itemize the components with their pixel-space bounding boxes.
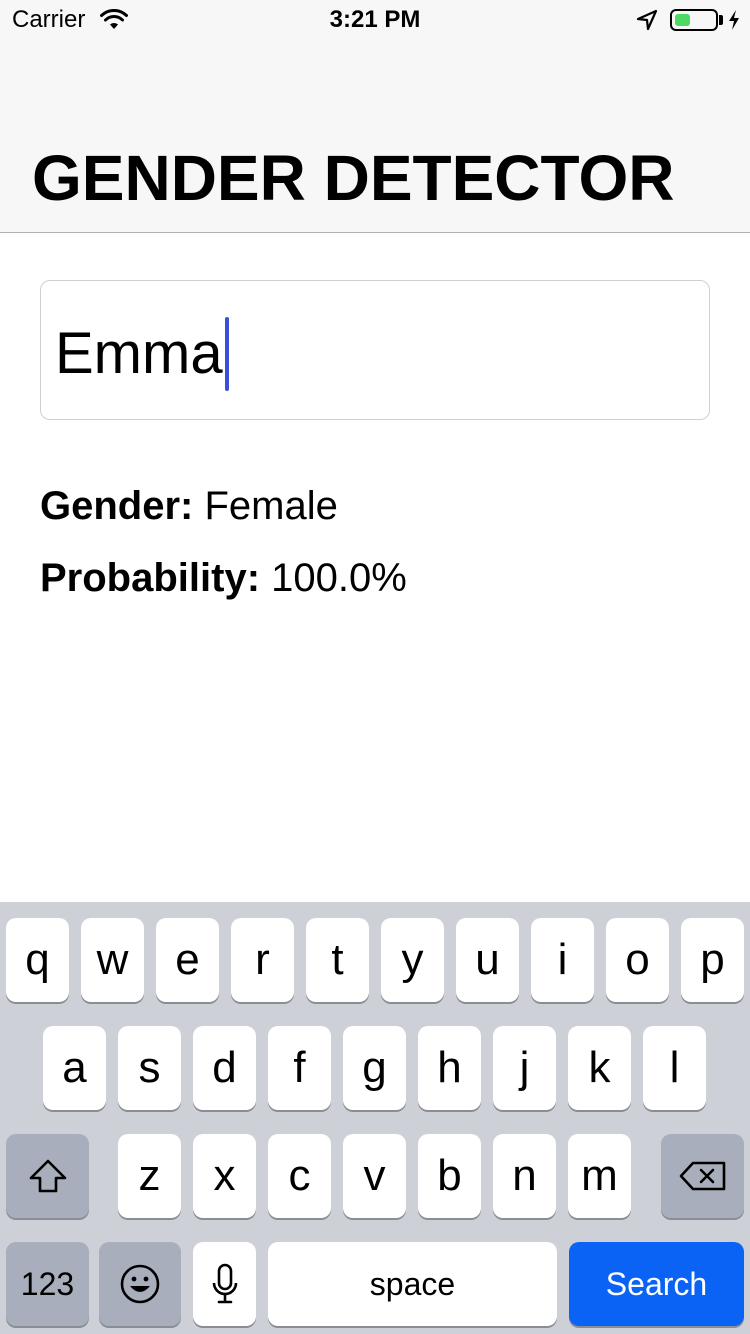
key-r[interactable]: r xyxy=(231,918,294,1002)
backspace-key[interactable] xyxy=(661,1134,744,1218)
text-caret xyxy=(224,317,229,391)
key-n[interactable]: n xyxy=(493,1134,556,1218)
emoji-key[interactable] xyxy=(99,1242,181,1326)
numbers-key[interactable]: 123 xyxy=(6,1242,89,1326)
key-l[interactable]: l xyxy=(643,1026,706,1110)
keyboard: q w e r t y u i o p a s d f g h j k l z … xyxy=(0,902,750,1334)
key-v[interactable]: v xyxy=(343,1134,406,1218)
key-h[interactable]: h xyxy=(418,1026,481,1110)
navigation-bar: GENDER DETECTOR xyxy=(0,40,750,233)
probability-value: 100.0% xyxy=(260,556,407,600)
key-c[interactable]: c xyxy=(268,1134,331,1218)
key-y[interactable]: y xyxy=(381,918,444,1002)
backspace-icon xyxy=(679,1161,725,1191)
screen: Carrier 3:21 PM GENDER DETECTOR Emma Gen… xyxy=(0,0,750,1334)
shift-icon xyxy=(29,1159,66,1193)
shift-key[interactable] xyxy=(6,1134,89,1218)
key-x[interactable]: x xyxy=(193,1134,256,1218)
key-k[interactable]: k xyxy=(568,1026,631,1110)
key-g[interactable]: g xyxy=(343,1026,406,1110)
microphone-icon xyxy=(212,1263,237,1304)
key-b[interactable]: b xyxy=(418,1134,481,1218)
key-w[interactable]: w xyxy=(81,918,144,1002)
probability-result: Probability: 100.0% xyxy=(40,554,407,602)
battery-level xyxy=(675,14,690,26)
emoji-icon xyxy=(120,1264,160,1304)
key-f[interactable]: f xyxy=(268,1026,331,1110)
name-input[interactable]: Emma xyxy=(40,280,710,420)
gender-result: Gender: Female xyxy=(40,482,338,530)
key-p[interactable]: p xyxy=(681,918,744,1002)
dictation-key[interactable] xyxy=(193,1242,256,1326)
name-input-value: Emma xyxy=(55,317,229,391)
key-t[interactable]: t xyxy=(306,918,369,1002)
key-e[interactable]: e xyxy=(156,918,219,1002)
space-key[interactable]: space xyxy=(268,1242,557,1326)
key-z[interactable]: z xyxy=(118,1134,181,1218)
search-key[interactable]: Search xyxy=(569,1242,744,1326)
key-o[interactable]: o xyxy=(606,918,669,1002)
key-i[interactable]: i xyxy=(531,918,594,1002)
key-q[interactable]: q xyxy=(6,918,69,1002)
gender-label: Gender: xyxy=(40,484,194,528)
battery-icon xyxy=(670,9,718,31)
key-u[interactable]: u xyxy=(456,918,519,1002)
key-d[interactable]: d xyxy=(193,1026,256,1110)
key-a[interactable]: a xyxy=(43,1026,106,1110)
key-m[interactable]: m xyxy=(568,1134,631,1218)
battery-tip xyxy=(719,15,723,25)
name-input-text: Emma xyxy=(55,321,223,386)
key-s[interactable]: s xyxy=(118,1026,181,1110)
charging-bolt-icon xyxy=(729,10,739,30)
status-bar: Carrier 3:21 PM xyxy=(0,0,750,40)
probability-label: Probability: xyxy=(40,556,261,600)
page-title: GENDER DETECTOR xyxy=(32,142,675,214)
location-arrow-icon xyxy=(636,9,658,31)
key-j[interactable]: j xyxy=(493,1026,556,1110)
gender-value: Female xyxy=(193,484,338,528)
